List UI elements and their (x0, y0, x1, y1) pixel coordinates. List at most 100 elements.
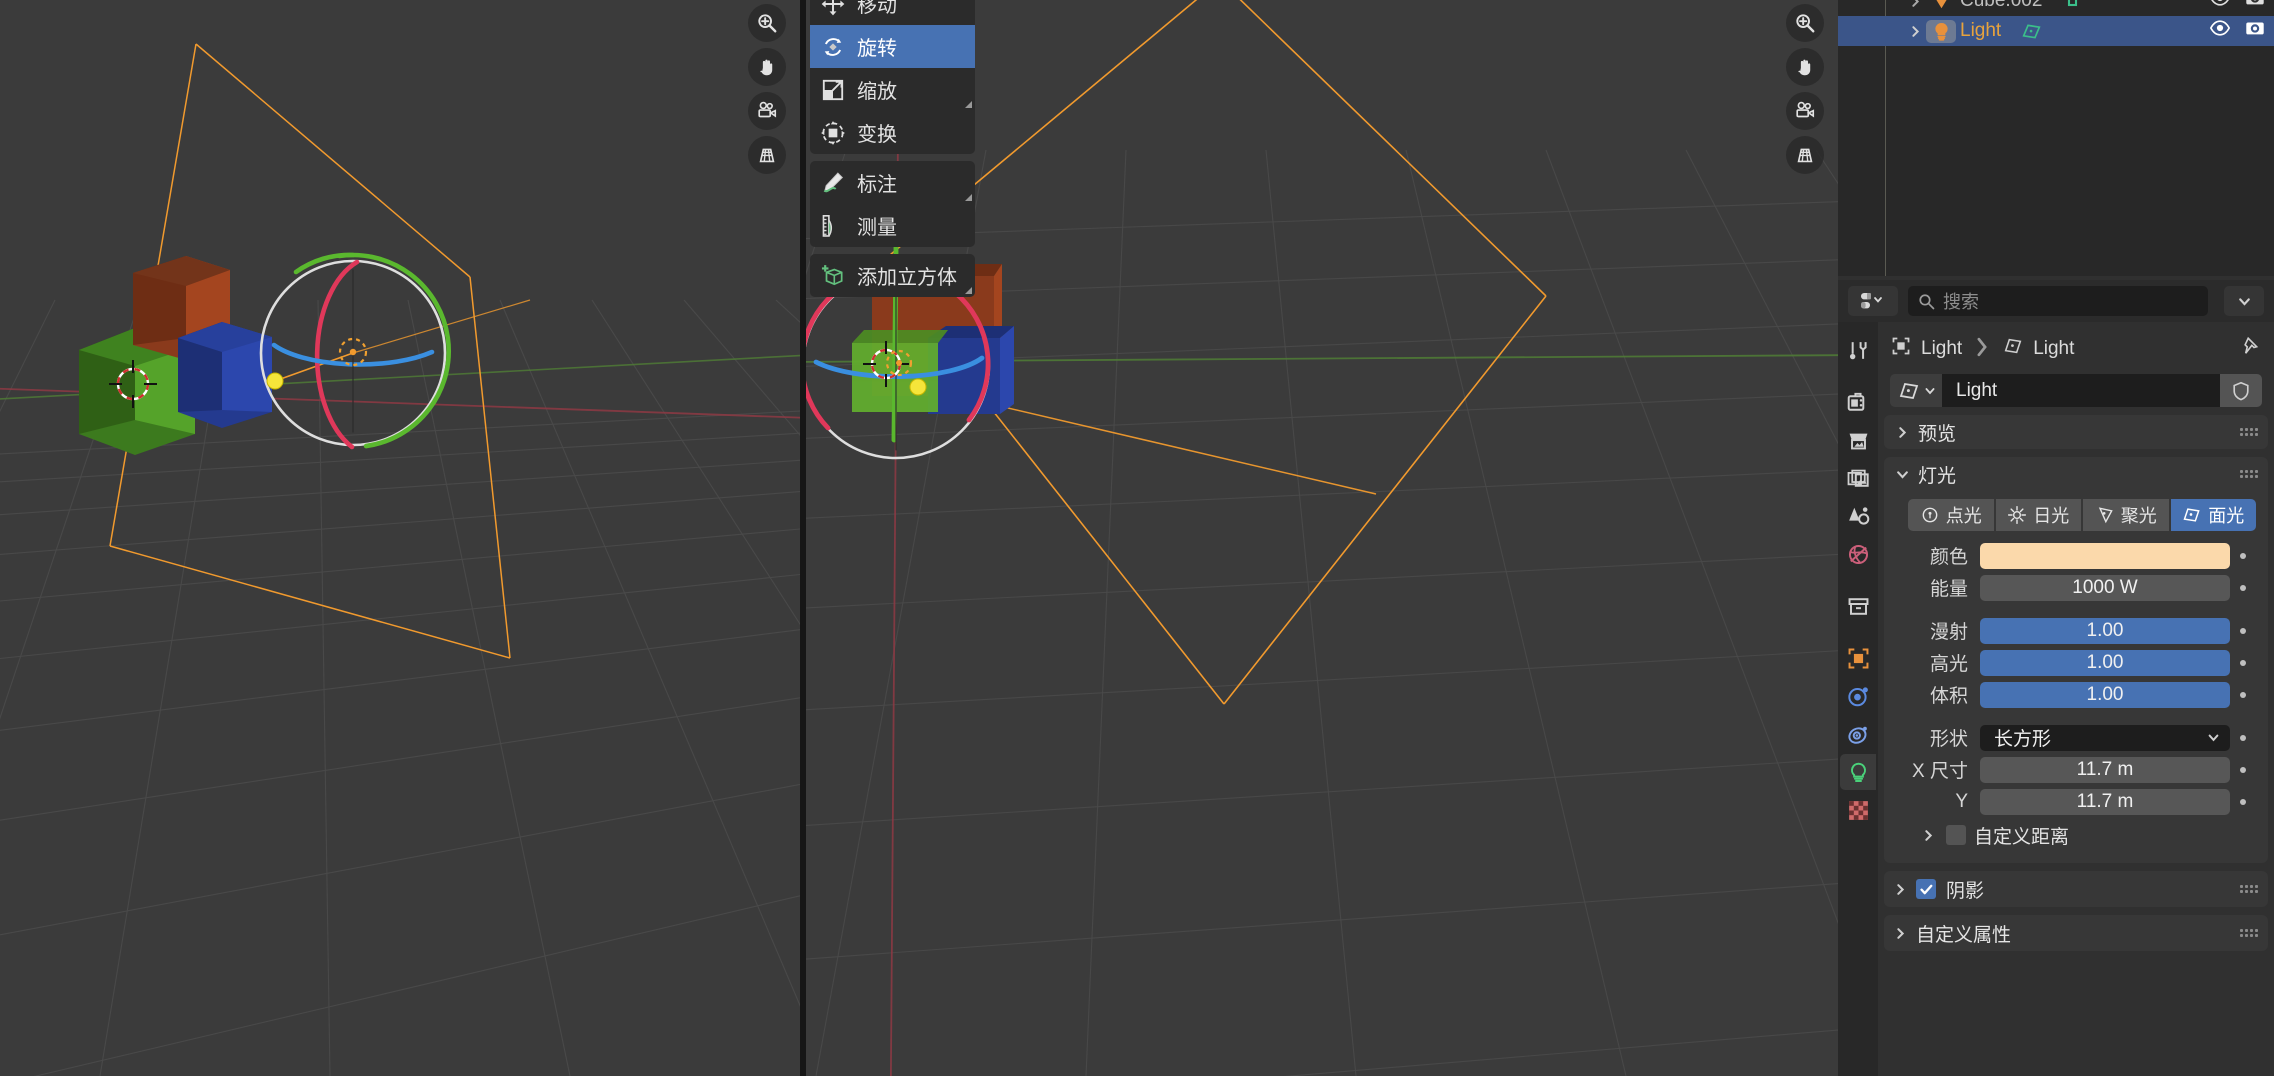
tool-tab[interactable] (1840, 332, 1876, 368)
animate-dot[interactable] (2230, 798, 2256, 805)
light-type-area[interactable]: 面光 (2170, 499, 2256, 531)
panel-drag-grip[interactable] (2240, 470, 2258, 478)
breadcrumb-object[interactable]: Light (1921, 338, 1962, 360)
search-input[interactable]: 搜索 (1908, 286, 2208, 316)
tool-item-move[interactable]: 移动 (810, 0, 975, 25)
shape-dropdown[interactable]: 长方形 (1980, 724, 2230, 751)
outliner-row-controls[interactable] (2209, 0, 2266, 15)
panel-preview[interactable]: 预览 (1884, 415, 2268, 449)
tool-expand-corner[interactable] (965, 101, 972, 108)
light-type-selector[interactable]: 点光 日光 聚光 面光 (1908, 499, 2256, 531)
field-size-y: Y 11.7 m (1896, 787, 2256, 816)
tool-expand-corner[interactable] (965, 287, 972, 294)
color-swatch[interactable] (1980, 542, 2230, 569)
size-x-value[interactable]: 11.7 m (1980, 756, 2230, 783)
light-type-sun[interactable]: 日光 (1995, 499, 2081, 531)
camera-render-icon[interactable] (2244, 0, 2266, 15)
material-tab[interactable] (1840, 792, 1876, 828)
physics-tab[interactable] (1840, 678, 1876, 714)
panel-custom-properties-header[interactable]: 自定义属性 (1884, 915, 2268, 951)
world-tab[interactable] (1840, 536, 1876, 572)
camera-render-icon[interactable] (2244, 17, 2266, 45)
animate-dot[interactable] (2230, 766, 2256, 773)
collection-tab[interactable] (1840, 588, 1876, 624)
specular-slider[interactable]: 1.00 (1980, 649, 2230, 676)
animate-dot[interactable] (2230, 659, 2256, 666)
fake-user-icon[interactable] (2220, 374, 2262, 407)
tool-item-add-cube[interactable]: 添加立方体 (810, 254, 975, 297)
diffuse-slider[interactable]: 1.00 (1980, 617, 2230, 644)
breadcrumb-data[interactable]: Light (2033, 338, 2074, 360)
panel-drag-grip[interactable] (2240, 428, 2258, 436)
panel-preview-header[interactable]: 预览 (1884, 415, 2268, 449)
output-tab[interactable] (1840, 422, 1876, 458)
animate-dot[interactable] (2230, 691, 2256, 698)
viewport-left-nav-gizmos[interactable] (748, 4, 786, 174)
panel-light-title: 灯光 (1918, 465, 1957, 487)
render-tab[interactable] (1840, 384, 1876, 420)
volume-slider[interactable]: 1.00 (1980, 681, 2230, 708)
properties-tab-column[interactable] (1838, 322, 1878, 1076)
camera-icon[interactable] (1786, 92, 1824, 130)
panel-drag-grip[interactable] (2240, 929, 2258, 937)
tool-item-rotate[interactable]: 旋转 (810, 25, 975, 68)
zoom-icon[interactable] (1786, 4, 1824, 42)
chevron-right-icon (1894, 426, 1910, 439)
camera-icon[interactable] (748, 92, 786, 130)
tool-item-annotate[interactable]: 标注 (810, 161, 975, 204)
eye-icon[interactable] (2209, 17, 2231, 45)
object-tab[interactable] (1840, 640, 1876, 676)
outliner-row-cube002[interactable]: Cube.002 (1838, 0, 2274, 16)
ortho-grid-icon[interactable] (748, 136, 786, 174)
panel-custom-properties[interactable]: 自定义属性 (1884, 915, 2268, 951)
hand-icon[interactable] (1786, 48, 1824, 86)
panel-shadow-header[interactable]: 阴影 (1884, 871, 2268, 907)
eye-icon[interactable] (2209, 0, 2231, 15)
viewport-left[interactable] (0, 0, 800, 1076)
shadow-checkbox[interactable] (1916, 879, 1936, 899)
tool-item-transform[interactable]: 变换 (810, 111, 975, 154)
properties-editor[interactable]: 搜索 Light Light Light 预览 灯光 点光 日光 聚光 面光 颜… (1838, 280, 2274, 1076)
properties-editor-icon[interactable] (1848, 286, 1898, 316)
outliner-row-light[interactable]: Light (1838, 16, 2274, 46)
viewport-divider[interactable] (800, 0, 806, 1076)
power-value[interactable]: 1000 W (1980, 574, 2230, 601)
panel-drag-grip[interactable] (2240, 885, 2258, 893)
animate-dot[interactable] (2230, 552, 2256, 559)
scene-tab[interactable] (1840, 498, 1876, 534)
tool-item-measure[interactable]: 测量 (810, 204, 975, 247)
size-y-value[interactable]: 11.7 m (1980, 788, 2230, 815)
id-browse-button[interactable] (1890, 374, 1942, 407)
outliner[interactable]: Cube.002 Light (1838, 0, 2274, 276)
datablock-name-field[interactable]: Light (1942, 374, 2220, 407)
tool-item-label: 旋转 (857, 38, 897, 60)
mesh-data-icon[interactable] (2062, 0, 2083, 12)
id-block-row: Light (1878, 374, 2274, 407)
animate-dot[interactable] (2230, 584, 2256, 591)
pin-icon[interactable] (2239, 335, 2262, 364)
chevron-right-icon[interactable] (1904, 0, 1926, 8)
constraint-tab[interactable] (1840, 716, 1876, 752)
chevron-down-icon[interactable] (2224, 286, 2264, 316)
tool-expand-corner[interactable] (965, 194, 972, 201)
chevron-right-icon[interactable] (1904, 25, 1926, 38)
subpanel-custom-distance[interactable]: 自定义距离 (1896, 819, 2256, 851)
light-data-tab[interactable] (1840, 754, 1876, 790)
viewport-right-nav-gizmos[interactable] (1786, 4, 1824, 174)
tool-item-scale[interactable]: 缩放 (810, 68, 975, 111)
animate-dot[interactable] (2230, 627, 2256, 634)
zoom-icon[interactable] (748, 4, 786, 42)
view-layer-tab[interactable] (1840, 460, 1876, 496)
area-light-data-icon[interactable] (2021, 21, 2042, 42)
ortho-grid-icon[interactable] (1786, 136, 1824, 174)
custom-distance-checkbox[interactable] (1946, 825, 1966, 845)
hand-icon[interactable] (748, 48, 786, 86)
light-type-point[interactable]: 点光 (1908, 499, 1994, 531)
animate-dot[interactable] (2230, 734, 2256, 741)
outliner-row-controls[interactable] (2209, 17, 2266, 45)
panel-light-header[interactable]: 灯光 (1884, 457, 2268, 491)
tool-popup-menu[interactable]: 移动 旋转 缩放 变换 标注 测量 添加立方体 (810, 0, 975, 304)
panel-light[interactable]: 灯光 点光 日光 聚光 面光 颜色 能量 1000 W 漫射 1.00 高光 1… (1884, 457, 2268, 863)
light-type-spot[interactable]: 聚光 (2083, 499, 2169, 531)
panel-shadow[interactable]: 阴影 (1884, 871, 2268, 907)
